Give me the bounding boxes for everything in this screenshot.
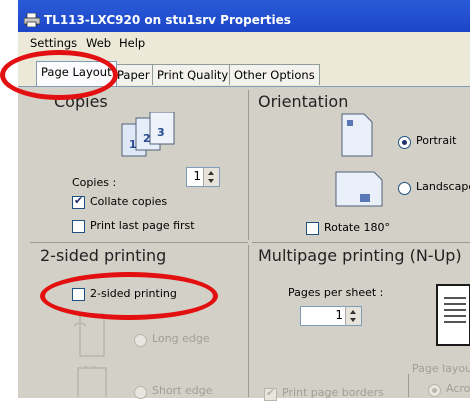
divider [30, 242, 248, 243]
svg-text:2: 2 [143, 132, 151, 145]
divider [248, 90, 249, 240]
print-page-borders-checkbox[interactable] [264, 386, 277, 401]
svg-text:1: 1 [129, 138, 137, 151]
svg-text:3: 3 [157, 126, 165, 139]
title-bar: TL113-LXC920 on stu1srv Properties [18, 0, 470, 32]
rotate-180-checkbox[interactable] [306, 222, 319, 235]
copies-icon: 1 2 3 [120, 111, 184, 158]
menu-settings[interactable]: Settings [30, 36, 77, 50]
pages-per-sheet-spinner[interactable]: 1 [300, 306, 362, 326]
tab-print-quality[interactable]: Print Quality [152, 64, 234, 85]
portrait-label: Portrait [416, 134, 457, 147]
print-last-page-first-label: Print last page first [90, 219, 195, 232]
portrait-icon [340, 112, 376, 158]
spin-buttons[interactable] [345, 307, 361, 325]
pages-per-sheet-label: Pages per sheet : [288, 286, 384, 299]
tab-other-options[interactable]: Other Options [229, 64, 320, 85]
pages-per-sheet-value: 1 [335, 308, 343, 322]
tab-paper[interactable]: Paper [112, 64, 155, 85]
short-edge-label: Short edge [152, 384, 213, 397]
annotation-ellipse-tab [0, 50, 118, 100]
across-label: Acro [446, 382, 470, 395]
print-last-page-first-checkbox[interactable] [72, 220, 85, 233]
landscape-label: Landscape [416, 180, 470, 193]
collate-copies-checkbox[interactable] [72, 194, 85, 209]
orientation-section-title: Orientation [258, 92, 349, 111]
portrait-radio[interactable] [398, 136, 411, 149]
divider [408, 374, 409, 397]
menu-help[interactable]: Help [119, 36, 145, 50]
landscape-radio[interactable] [398, 182, 411, 195]
annotation-ellipse-two-sided [40, 272, 218, 320]
short-edge-radio[interactable] [134, 386, 147, 399]
menu-bar: Settings Web Help [18, 32, 470, 55]
copies-value: 1 [193, 169, 201, 183]
divider [252, 242, 470, 243]
spin-buttons[interactable] [203, 168, 219, 186]
menu-web[interactable]: Web [86, 36, 111, 50]
across-radio[interactable] [428, 384, 441, 397]
short-edge-icon [70, 364, 114, 399]
landscape-icon [334, 170, 384, 210]
multipage-section-title: Multipage printing (N-Up) [258, 246, 462, 265]
copies-spinner[interactable]: 1 [186, 167, 220, 187]
collate-copies-label: Collate copies [90, 195, 168, 208]
two-sided-section-title: 2-sided printing [40, 246, 167, 265]
window-title: TL113-LXC920 on stu1srv Properties [44, 13, 291, 27]
long-edge-label: Long edge [152, 332, 210, 345]
print-page-borders-label: Print page borders [282, 386, 384, 399]
divider [248, 245, 249, 397]
printer-icon [23, 12, 41, 28]
copies-label: Copies : [72, 176, 117, 189]
long-edge-radio[interactable] [134, 334, 147, 347]
rotate-180-label: Rotate 180° [324, 221, 391, 234]
page-layout-label: Page layou [412, 362, 470, 375]
page-preview-icon [436, 284, 470, 346]
